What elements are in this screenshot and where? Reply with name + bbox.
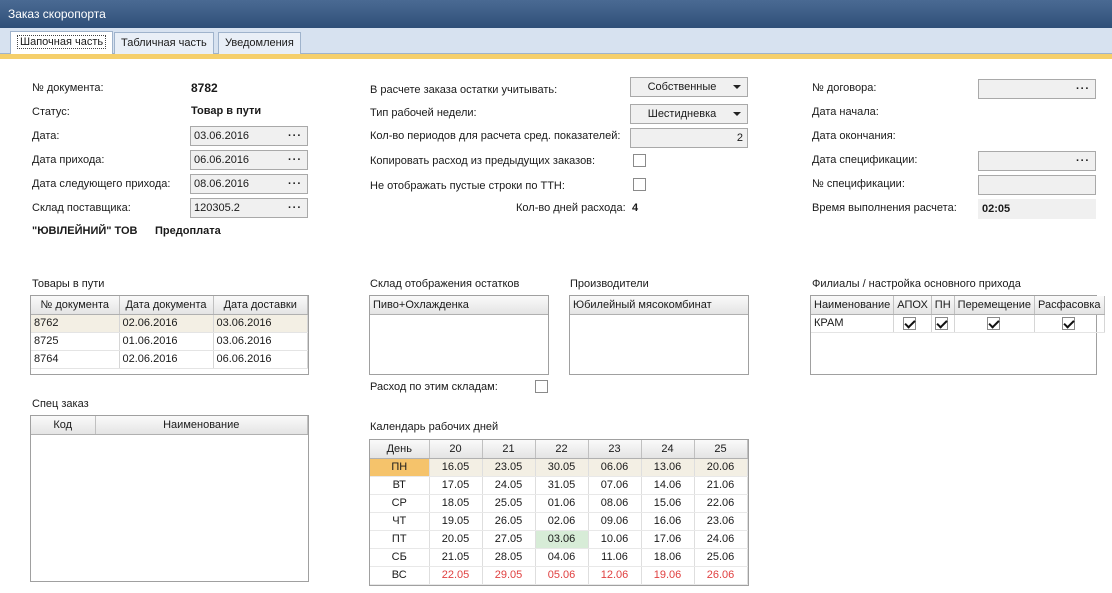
contract-label: № договора: [812,82,877,94]
column-header[interactable]: Расфасовка [1034,296,1105,315]
check-icon[interactable] [986,316,1000,330]
next-arrival-label: Дата следующего прихода: [32,178,171,190]
header-panel: № документа: 8782 Статус: Товар в пути Д… [0,59,1112,593]
supplier-name: "ЮВІЛЕЙНИЙ" ТОВ [32,225,138,237]
periods-label: Кол-во периодов для расчета сред. показа… [370,130,621,142]
periods-input[interactable]: 2 [630,128,748,148]
copy-checkbox[interactable] [633,154,646,167]
chevron-down-icon [733,85,741,89]
tab-header[interactable]: Шапочная часть [10,31,114,55]
column-header[interactable]: № документа [31,296,120,315]
column-header[interactable]: АПОХ [893,296,932,315]
stock-warehouse-title: Склад отображения остатков [370,278,520,290]
list-header: Юбилейный мясокомбинат [570,296,748,315]
stock-select[interactable]: Собственные [630,77,748,97]
ellipsis-icon[interactable]: ··· [1076,152,1090,170]
column-header: 23 [588,440,642,459]
spec-no-label: № спецификации: [812,178,905,190]
column-header: 24 [641,440,695,459]
column-header: 22 [535,440,589,459]
column-header: 21 [482,440,536,459]
tab-table[interactable]: Табличная часть [114,32,214,54]
consumption-checkbox[interactable] [535,380,548,393]
tab-strip: Шапочная часть Табличная часть Уведомлен… [0,28,1112,55]
column-header[interactable]: Перемещение [954,296,1035,315]
warehouse-field[interactable]: 120305.2 ··· [190,198,308,218]
ellipsis-icon[interactable]: ··· [288,127,302,145]
table-row[interactable]: 8764 02.06.2016 06.06.2016 [31,350,308,369]
check-icon[interactable] [1061,316,1075,330]
date-label: Дата: [32,130,60,142]
producers-title: Производители [570,278,649,290]
calendar-row: СР 18.05 25.05 01.06 08.06 15.06 22.06 [370,494,748,513]
calc-time-value: 02:05 [978,199,1096,219]
check-icon[interactable] [903,316,917,330]
in-transit-grid[interactable]: № документа Дата документа Дата доставки… [30,295,309,375]
ellipsis-icon[interactable]: ··· [288,175,302,193]
hide-checkbox[interactable] [633,178,646,191]
date-field[interactable]: 03.06.2016 ··· [190,126,308,146]
contract-field[interactable]: ··· [978,79,1096,99]
column-header[interactable]: Дата доставки [213,296,308,315]
days-label: Кол-во дней расхода: [516,202,626,214]
calendar-row: СБ 21.05 28.05 04.06 11.06 18.06 25.06 [370,548,748,567]
next-arrival-field[interactable]: 08.06.2016 ··· [190,174,308,194]
copy-label: Копировать расход из предыдущих заказов: [370,155,596,167]
column-header[interactable]: Наименование [95,416,308,435]
table-row[interactable]: 8725 01.06.2016 03.06.2016 [31,332,308,351]
payment-type: Предоплата [155,225,221,237]
ellipsis-icon[interactable]: ··· [1076,80,1090,98]
days-value: 4 [632,202,639,214]
calendar-row: ПТ 20.05 27.05 03.06 10.06 17.06 24.06 [370,530,748,549]
spec-date-label: Дата спецификации: [812,154,918,166]
arrival-label: Дата прихода: [32,154,105,166]
column-header: День [370,440,430,459]
doc-no-label: № документа: [32,82,104,94]
calendar-title: Календарь рабочих дней [370,421,499,433]
branches-title: Филиалы / настройка основного прихода [812,278,1021,290]
doc-no-value: 8782 [191,81,218,95]
week-select[interactable]: Шестидневка [630,104,748,124]
column-header[interactable]: Дата документа [119,296,214,315]
calendar-row: ПН 16.05 23.05 30.05 06.06 13.06 20.06 [370,458,748,477]
today-cell[interactable]: 03.06 [535,530,589,549]
week-label: Тип рабочей недели: [370,107,477,119]
table-row[interactable]: КРАМ [811,314,1105,333]
chevron-down-icon [733,112,741,116]
arrival-field[interactable]: 06.06.2016 ··· [190,150,308,170]
consumption-label: Расход по этим складам: [370,381,498,393]
spec-date-field[interactable]: ··· [978,151,1096,171]
column-header[interactable]: ПН [931,296,955,315]
column-header[interactable]: Наименование [811,296,895,315]
calendar-row: ВТ 17.05 24.05 31.05 07.06 14.06 21.06 [370,476,748,495]
stock-warehouse-list[interactable]: Пиво+Охлажденка [369,295,549,375]
column-header[interactable]: Код [31,416,96,435]
calendar-grid[interactable]: День 20 21 22 23 24 25 ПН 16.05 23.05 30… [369,439,749,586]
calendar-row: ЧТ 19.05 26.05 02.06 09.06 16.06 23.06 [370,512,748,531]
column-header: 25 [694,440,748,459]
ellipsis-icon[interactable]: ··· [288,151,302,169]
start-date-label: Дата начала: [812,106,879,118]
in-transit-title: Товары в пути [32,278,105,290]
warehouse-label: Склад поставщика: [32,202,131,214]
tab-notifications[interactable]: Уведомления [218,32,301,54]
spec-no-field[interactable] [978,175,1096,195]
table-row[interactable]: 8762 02.06.2016 03.06.2016 [31,314,308,333]
end-date-label: Дата окончания: [812,130,896,142]
status-label: Статус: [32,106,70,118]
calendar-row: ВС 22.05 29.05 05.06 12.06 19.06 26.06 [370,566,748,585]
list-header: Пиво+Охлажденка [370,296,548,315]
calc-time-label: Время выполнения расчета: [812,202,957,214]
special-order-grid[interactable]: Код Наименование [30,415,309,582]
branches-grid[interactable]: Наименование АПОХ ПН Перемещение Расфасо… [810,295,1105,375]
window-title: Заказ скоропорта [0,0,1112,28]
check-icon[interactable] [934,316,948,330]
hide-label: Не отображать пустые строки по ТТН: [370,180,565,192]
stock-label: В расчете заказа остатки учитывать: [370,84,558,96]
column-header: 20 [429,440,483,459]
producers-list[interactable]: Юбилейный мясокомбинат [569,295,749,375]
status-value: Товар в пути [191,105,262,117]
special-order-title: Спец заказ [32,398,89,410]
ellipsis-icon[interactable]: ··· [288,199,302,217]
